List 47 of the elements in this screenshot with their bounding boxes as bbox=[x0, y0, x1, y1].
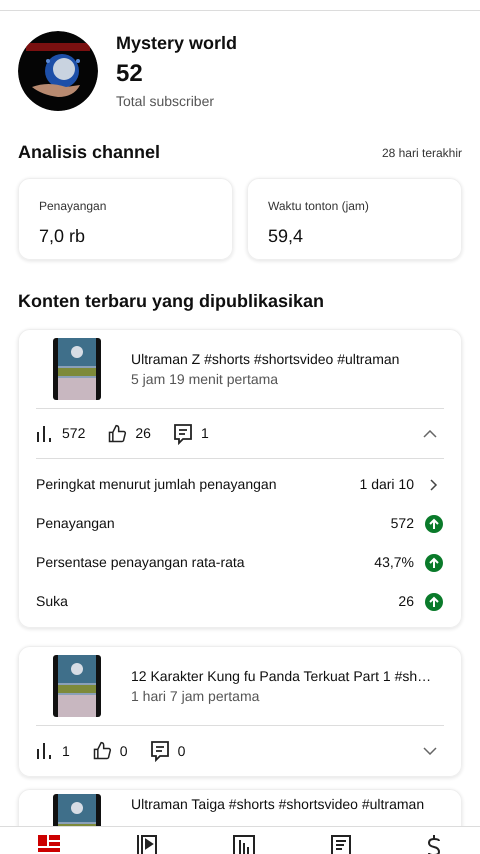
chevron-up-icon[interactable] bbox=[423, 430, 437, 438]
period-label: 28 hari terakhir bbox=[382, 144, 462, 162]
stat-label: Waktu tonton (jam) bbox=[268, 198, 370, 215]
detail-value: 1 dari 10 bbox=[360, 475, 414, 494]
view-count: 1 bbox=[62, 742, 70, 760]
document-icon bbox=[330, 835, 350, 854]
detail-value: 43,7% bbox=[374, 553, 414, 572]
dashboard-icon bbox=[38, 835, 60, 854]
thumbs-up-icon bbox=[92, 741, 112, 761]
detail-label: Persentase penayangan rata-rata bbox=[36, 553, 246, 572]
thumbs-up-icon bbox=[107, 424, 128, 444]
stat-value: 7,0 rb bbox=[39, 225, 86, 248]
detail-label: Suka bbox=[36, 592, 69, 611]
chevron-right-icon[interactable] bbox=[430, 478, 438, 490]
nav-tab[interactable] bbox=[233, 835, 255, 854]
nav-tab[interactable] bbox=[426, 835, 442, 854]
comment-icon bbox=[150, 740, 170, 762]
stat-label: Penayangan bbox=[39, 198, 108, 215]
detail-label: Penayangan bbox=[36, 514, 116, 533]
video-age: 5 jam 19 menit pertama bbox=[131, 370, 280, 389]
dollar-icon bbox=[426, 835, 442, 854]
video-title[interactable]: Ultraman Z #shorts #shortsvideo #ultraman bbox=[131, 349, 400, 369]
bar-chart-icon bbox=[36, 743, 54, 759]
comment-count: 0 bbox=[178, 742, 186, 760]
detail-label: Peringkat menurut jumlah penayangan bbox=[36, 475, 278, 494]
bar-chart-icon bbox=[233, 835, 255, 854]
view-count: 572 bbox=[62, 424, 86, 443]
comment-count: 1 bbox=[200, 424, 209, 443]
comment-icon bbox=[172, 422, 193, 444]
video-title[interactable]: 12 Karakter Kung fu Panda Terkuat Part 1 #sh… bbox=[131, 666, 432, 686]
like-count: 0 bbox=[120, 742, 128, 760]
bar-chart-icon bbox=[36, 426, 54, 442]
video-list-icon bbox=[136, 835, 158, 854]
detail-value: 572 bbox=[390, 514, 414, 533]
subscriber-label: Total subscriber bbox=[116, 92, 216, 110]
nav-tab[interactable] bbox=[136, 835, 158, 854]
stat-value: 59,4 bbox=[268, 225, 304, 248]
section-title: Konten terbaru yang dipublikasikan bbox=[18, 290, 326, 313]
like-count: 26 bbox=[135, 424, 151, 443]
video-title[interactable]: Ultraman Taiga #shorts #shortsvideo #ultraman bbox=[131, 794, 424, 814]
channel-name: Mystery world bbox=[116, 32, 238, 54]
section-title: Analisis channel bbox=[18, 141, 160, 164]
subscriber-count: 52 bbox=[116, 59, 144, 89]
video-age: 1 hari 7 jam pertama bbox=[131, 687, 260, 706]
chevron-down-icon[interactable] bbox=[423, 747, 437, 755]
detail-value: 26 bbox=[398, 592, 414, 611]
nav-tab[interactable] bbox=[330, 835, 350, 854]
